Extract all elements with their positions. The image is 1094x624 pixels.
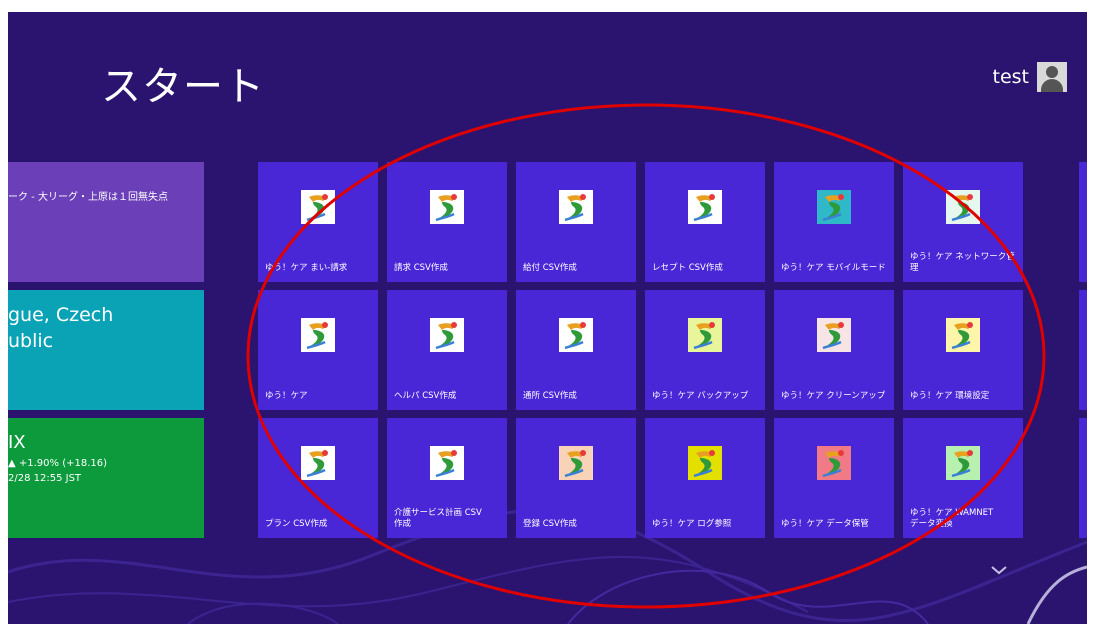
app-tile[interactable]: プラン CSV作成 [258, 418, 378, 538]
app-tile[interactable]: ゆう！ケア まい-請求 [258, 162, 378, 282]
app-tile-label: ゆう！ケア クリーンアップ [781, 391, 886, 401]
app-tile-label: ゆう！ケア [265, 391, 308, 401]
app-tile[interactable]: 介護サービス計画 CSV 作成 [387, 418, 507, 538]
finance-index-name: IX [8, 432, 26, 453]
care-figure-icon [688, 318, 722, 352]
finance-live-tile[interactable]: IX ▲ +1.90% (+18.16) 2/28 12:55 JST [8, 418, 204, 538]
app-tile-label: レセプト CSV作成 [652, 263, 723, 273]
care-figure-icon [301, 446, 335, 480]
app-tile[interactable]: 登録 CSV作成 [516, 418, 636, 538]
care-figure-icon [688, 190, 722, 224]
app-tile[interactable]: ゆう！ケア データ保管 [774, 418, 894, 538]
care-figure-icon [430, 190, 464, 224]
care-figure-icon [559, 446, 593, 480]
care-figure-icon [946, 446, 980, 480]
care-figure-icon [946, 190, 980, 224]
chevron-down-icon[interactable] [990, 564, 1008, 576]
app-tile-label: 通所 CSV作成 [523, 391, 577, 401]
care-figure-icon [817, 190, 851, 224]
app-tile[interactable]: ゆう！ケア 環境設定 [903, 290, 1023, 410]
user-name: test [992, 66, 1030, 88]
app-tile-label: プラン CSV作成 [265, 519, 328, 529]
app-tile-label: 給付 CSV作成 [523, 263, 577, 273]
app-tile-label: ゆう！ケア まい-請求 [265, 263, 348, 273]
start-screen: スタート test ーク - 大リーグ・上原は１回無失点 gue, Czech … [8, 12, 1087, 624]
care-figure-icon [817, 318, 851, 352]
app-tile-label: ゆう！ケア 環境設定 [910, 391, 990, 401]
offscreen-tile[interactable] [1079, 290, 1087, 410]
offscreen-tile[interactable] [1079, 162, 1087, 282]
news-live-tile[interactable]: ーク - 大リーグ・上原は１回無失点 [8, 162, 204, 282]
app-tile[interactable]: 給付 CSV作成 [516, 162, 636, 282]
care-figure-icon [946, 318, 980, 352]
offscreen-tile[interactable] [1079, 418, 1087, 538]
app-tile[interactable]: ゆう！ケア バックアップ [645, 290, 765, 410]
app-tile[interactable]: ゆう！ケア クリーンアップ [774, 290, 894, 410]
news-headline: ーク - 大リーグ・上原は１回無失点 [8, 192, 168, 203]
app-tile[interactable]: ヘルパ CSV作成 [387, 290, 507, 410]
care-figure-icon [688, 446, 722, 480]
weather-location-line2: ublic [8, 330, 54, 352]
care-figure-icon [301, 190, 335, 224]
app-tile[interactable]: ゆう！ケア ネットワーク管理 [903, 162, 1023, 282]
app-tile-label: ゆう！ケア ネットワーク管理 [910, 252, 1015, 273]
care-figure-icon [559, 190, 593, 224]
app-tile-label: ゆう！ケア ログ参照 [652, 519, 732, 529]
app-tile[interactable]: ゆう！ケア [258, 290, 378, 410]
care-figure-icon [430, 446, 464, 480]
care-figure-icon [559, 318, 593, 352]
user-avatar-icon [1037, 62, 1067, 92]
weather-location-line1: gue, Czech [8, 304, 114, 326]
app-tile-label: ゆう！ケア モバイルモード [781, 263, 886, 273]
app-tile[interactable]: レセプト CSV作成 [645, 162, 765, 282]
app-tile-label: 請求 CSV作成 [394, 263, 448, 273]
care-figure-icon [301, 318, 335, 352]
app-tile[interactable]: 通所 CSV作成 [516, 290, 636, 410]
app-tile[interactable]: ゆう！ケア ログ参照 [645, 418, 765, 538]
app-tile-label: ゆう！ケア データ保管 [781, 519, 869, 529]
app-tile-label: 介護サービス計画 CSV 作成 [394, 508, 482, 529]
finance-timestamp: 2/28 12:55 JST [8, 473, 82, 484]
app-tile[interactable]: ゆう！ケア モバイルモード [774, 162, 894, 282]
app-tile-label: ゆう！ケア バックアップ [652, 391, 749, 401]
finance-change: ▲ +1.90% (+18.16) [8, 458, 108, 469]
app-tile[interactable]: ゆう！ケア WAMNET データ変換 [903, 418, 1023, 538]
app-tile[interactable]: 請求 CSV作成 [387, 162, 507, 282]
care-figure-icon [430, 318, 464, 352]
page-title: スタート [101, 64, 265, 110]
app-tile-label: ヘルパ CSV作成 [394, 391, 457, 401]
care-figure-icon [817, 446, 851, 480]
app-tile-label: ゆう！ケア WAMNET データ変換 [910, 508, 994, 529]
app-tile-label: 登録 CSV作成 [523, 519, 577, 529]
weather-live-tile[interactable]: gue, Czech ublic [8, 290, 204, 410]
user-account[interactable]: test [992, 62, 1067, 92]
